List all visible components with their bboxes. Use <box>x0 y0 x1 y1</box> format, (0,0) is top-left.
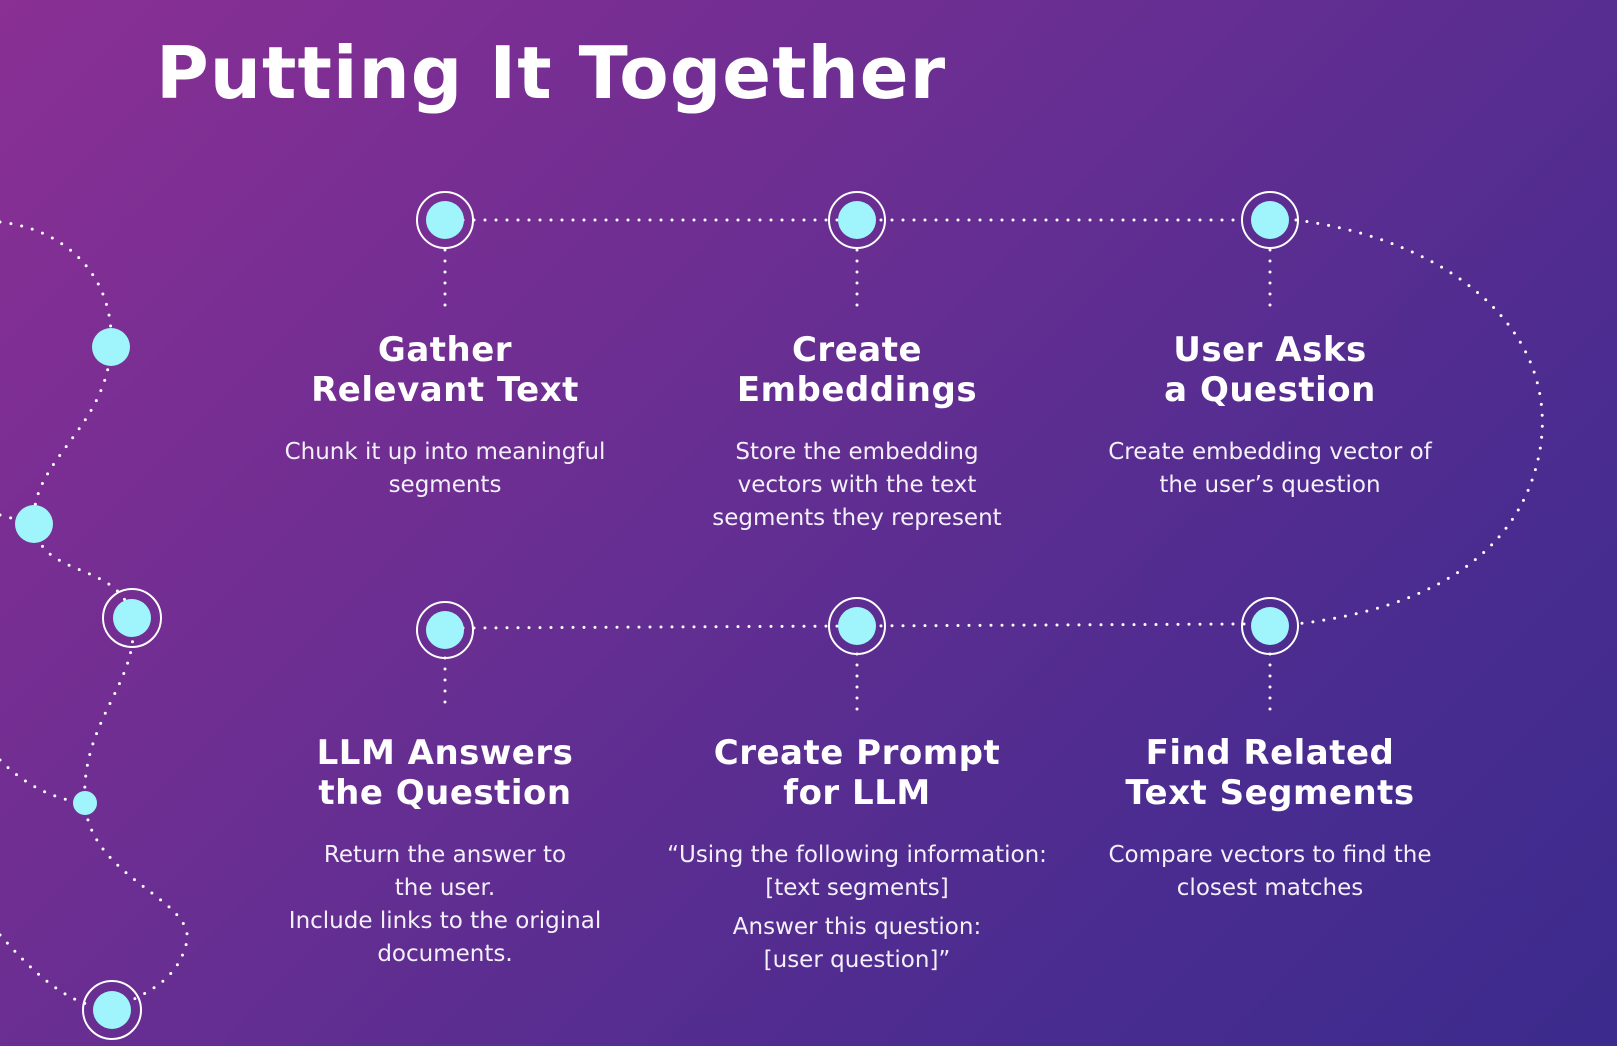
step-find-related-segments: Find Related Text Segments Compare vecto… <box>1070 733 1470 905</box>
step-title: LLM Answers the Question <box>316 733 574 813</box>
step-description: Return the answer to the user. Include l… <box>288 842 602 967</box>
step-create-prompt: Create Prompt for LLM “Using the followi… <box>627 733 1087 977</box>
step-create-embeddings: Create Embeddings Store the embedding ve… <box>657 330 1057 535</box>
step-title: Create Prompt for LLM <box>713 733 1001 813</box>
decorative-node-3 <box>102 588 162 648</box>
step-description: “Using the following information: [text … <box>667 842 1047 901</box>
step-gather-relevant-text: Gather Relevant Text Chunk it up into me… <box>245 330 645 502</box>
decorative-left-branch-3 <box>0 933 114 1012</box>
node-find-related-segments <box>1241 597 1299 655</box>
decorative-node-1 <box>92 328 130 366</box>
step-description: Compare vectors to find the closest matc… <box>1108 842 1432 901</box>
decorative-node-5 <box>82 980 142 1040</box>
node-gather-relevant-text <box>416 191 474 249</box>
step-title: User Asks a Question <box>1164 330 1376 410</box>
step-description: Store the embedding vectors with the tex… <box>712 439 1002 531</box>
decorative-node-4 <box>73 791 97 815</box>
node-user-asks-question <box>1241 191 1299 249</box>
step-title: Find Related Text Segments <box>1125 733 1415 813</box>
node-llm-answers <box>416 601 474 659</box>
step-description: Chunk it up into meaningful segments <box>284 439 606 498</box>
decorative-node-2 <box>15 505 53 543</box>
page-title: Putting It Together <box>156 31 947 115</box>
step-llm-answers-question: LLM Answers the Question Return the answ… <box>245 733 645 971</box>
step-title: Gather Relevant Text <box>311 330 579 410</box>
step-title: Create Embeddings <box>736 330 978 410</box>
step-description: Create embedding vector of the user’s qu… <box>1108 439 1432 498</box>
decorative-left-branch-2 <box>0 758 87 805</box>
step-description-continued: Answer this question: [user question]” <box>732 914 982 973</box>
step-user-asks-question: User Asks a Question Create embedding ve… <box>1070 330 1470 502</box>
